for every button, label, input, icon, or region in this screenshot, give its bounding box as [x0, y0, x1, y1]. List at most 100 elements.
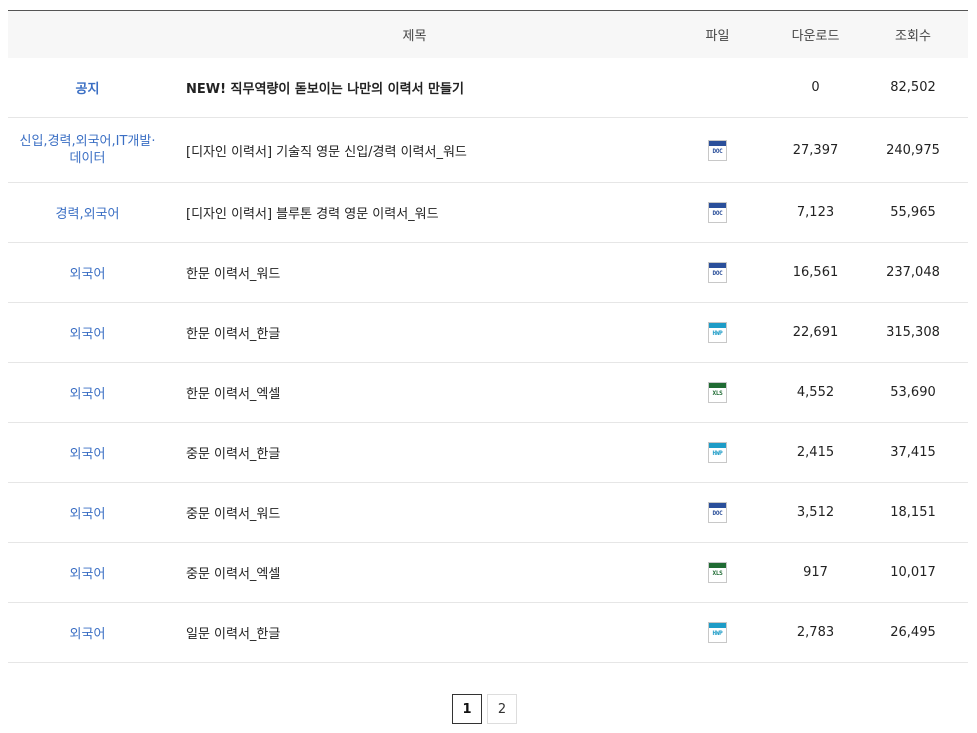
file-cell: DOC	[662, 262, 773, 283]
pagination: 12	[452, 694, 517, 724]
category-link[interactable]: 외국어	[70, 506, 106, 523]
title-cell: 중문 이력서_워드	[167, 503, 662, 522]
resume-title-link[interactable]: 한문 이력서_워드	[186, 267, 280, 282]
title-cell: 중문 이력서_엑셀	[167, 563, 662, 582]
resume-title-link[interactable]: NEW! 직무역량이 돋보이는 나만의 이력서 만들기	[186, 82, 464, 97]
hwp-file-icon[interactable]: HWP	[708, 622, 727, 643]
header-title: 제목	[402, 29, 427, 44]
file-icon-band	[709, 623, 726, 628]
hwp-file-icon[interactable]: HWP	[708, 322, 727, 343]
table-row: 신입,경력,외국어,IT개발·데이터 [디자인 이력서] 기술직 영문 신입/경력…	[8, 118, 968, 183]
view-count: 10,017	[890, 565, 936, 580]
header-downloads: 다운로드	[791, 29, 840, 44]
file-cell: HWP	[662, 442, 773, 463]
download-count: 27,397	[792, 142, 839, 158]
file-type-label: HWP	[712, 330, 723, 337]
category-link[interactable]: 외국어	[70, 386, 106, 403]
resume-title-link[interactable]: 한문 이력서_한글	[186, 327, 280, 342]
resume-title-link[interactable]: 중문 이력서_엑셀	[186, 567, 280, 582]
view-count: 53,690	[890, 385, 936, 400]
header-file: 파일	[705, 29, 730, 44]
file-icon-band	[709, 140, 726, 146]
resume-title-link[interactable]: 중문 이력서_워드	[186, 507, 280, 522]
view-count: 18,151	[890, 505, 936, 520]
download-count: 2,415	[796, 445, 835, 460]
file-cell: XLS	[662, 382, 773, 403]
download-count: 917	[803, 565, 828, 580]
doc-file-icon[interactable]: DOC	[708, 202, 727, 223]
view-count: 26,495	[890, 625, 936, 640]
resume-title-link[interactable]: 일문 이력서_한글	[186, 627, 280, 642]
file-cell: DOC	[662, 202, 773, 223]
download-count: 22,691	[792, 325, 839, 340]
file-icon-band	[709, 503, 726, 508]
notice-row: 공지 NEW! 직무역량이 돋보이는 나만의 이력서 만들기 0 82,502	[8, 58, 968, 118]
category-link[interactable]: 외국어	[70, 326, 106, 343]
view-count: 240,975	[886, 142, 940, 158]
header-views: 조회수	[895, 29, 931, 44]
category-link[interactable]: 공지	[76, 81, 100, 98]
resume-title-link[interactable]: 중문 이력서_한글	[186, 447, 280, 462]
view-count: 55,965	[890, 205, 936, 220]
table-row: 외국어 중문 이력서_워드 DOC 3,512 18,151	[8, 483, 968, 543]
title-cell: NEW! 직무역량이 돋보이는 나만의 이력서 만들기	[167, 78, 662, 97]
table-row: 외국어 중문 이력서_한글 HWP 2,415 37,415	[8, 423, 968, 483]
hwp-file-icon[interactable]: HWP	[708, 442, 727, 463]
table-body: 공지 NEW! 직무역량이 돋보이는 나만의 이력서 만들기 0 82,502 신입,경…	[8, 58, 968, 663]
xls-file-icon[interactable]: XLS	[708, 562, 727, 583]
file-type-label: HWP	[712, 630, 723, 637]
file-type-label: DOC	[712, 270, 723, 277]
page-button-1[interactable]: 1	[452, 694, 482, 724]
file-type-label: XLS	[712, 570, 723, 577]
resume-title-link[interactable]: [디자인 이력서] 기술직 영문 신입/경력 이력서_워드	[186, 145, 467, 160]
doc-file-icon[interactable]: DOC	[708, 262, 727, 283]
resume-title-link[interactable]: 한문 이력서_엑셀	[186, 387, 280, 402]
file-type-label: DOC	[712, 210, 723, 217]
file-icon-band	[709, 263, 726, 268]
category-cell: 경력,외국어	[8, 203, 167, 223]
title-cell: [디자인 이력서] 블루톤 경력 영문 이력서_워드	[167, 203, 662, 222]
title-cell: [디자인 이력서] 기술직 영문 신입/경력 이력서_워드	[167, 141, 662, 160]
view-count: 37,415	[890, 445, 936, 460]
category-link[interactable]: 경력,외국어	[56, 206, 120, 223]
download-count: 0	[811, 80, 820, 95]
category-link[interactable]: 외국어	[70, 266, 106, 283]
doc-file-icon[interactable]: DOC	[708, 502, 727, 523]
table-row: 외국어 한문 이력서_한글 HWP 22,691 315,308	[8, 303, 968, 363]
view-count: 237,048	[886, 265, 940, 280]
table-header: 제목 파일 다운로드 조회수	[8, 11, 968, 58]
category-cell: 신입,경력,외국어,IT개발·데이터	[8, 133, 167, 167]
table-row: 외국어 한문 이력서_엑셀 XLS 4,552 53,690	[8, 363, 968, 423]
file-cell: HWP	[662, 622, 773, 643]
file-icon-band	[709, 563, 726, 568]
xls-file-icon[interactable]: XLS	[708, 382, 727, 403]
table-row: 경력,외국어 [디자인 이력서] 블루톤 경력 영문 이력서_워드 DOC 7,123…	[8, 183, 968, 243]
file-type-label: HWP	[712, 450, 723, 457]
file-icon-band	[709, 203, 726, 208]
table-row: 외국어 일문 이력서_한글 HWP 2,783 26,495	[8, 603, 968, 663]
title-cell: 한문 이력서_엑셀	[167, 383, 662, 402]
page-button-2[interactable]: 2	[487, 694, 517, 724]
file-cell: HWP	[662, 322, 773, 343]
title-cell: 한문 이력서_한글	[167, 323, 662, 342]
download-count: 2,783	[796, 625, 835, 640]
category-link[interactable]: 외국어	[70, 446, 106, 463]
category-cell: 공지	[8, 78, 167, 98]
title-cell: 한문 이력서_워드	[167, 263, 662, 282]
doc-file-icon[interactable]: DOC	[708, 139, 727, 161]
table-row: 외국어 한문 이력서_워드 DOC 16,561 237,048	[8, 243, 968, 303]
category-cell: 외국어	[8, 623, 167, 643]
file-icon-band	[709, 443, 726, 448]
resume-board-table: 제목 파일 다운로드 조회수 공지 NEW! 직무역량이 돋보이는 나만의 이력서…	[8, 10, 968, 663]
view-count: 82,502	[890, 80, 936, 95]
resume-title-link[interactable]: [디자인 이력서] 블루톤 경력 영문 이력서_워드	[186, 207, 439, 222]
file-type-label: DOC	[712, 510, 723, 517]
category-link[interactable]: 신입,경력,외국어,IT개발·데이터	[18, 133, 158, 167]
category-link[interactable]: 외국어	[70, 626, 106, 643]
file-icon-band	[709, 383, 726, 388]
file-cell: DOC	[662, 139, 773, 161]
file-cell: DOC	[662, 502, 773, 523]
category-link[interactable]: 외국어	[70, 566, 106, 583]
category-cell: 외국어	[8, 263, 167, 283]
title-cell: 일문 이력서_한글	[167, 623, 662, 642]
